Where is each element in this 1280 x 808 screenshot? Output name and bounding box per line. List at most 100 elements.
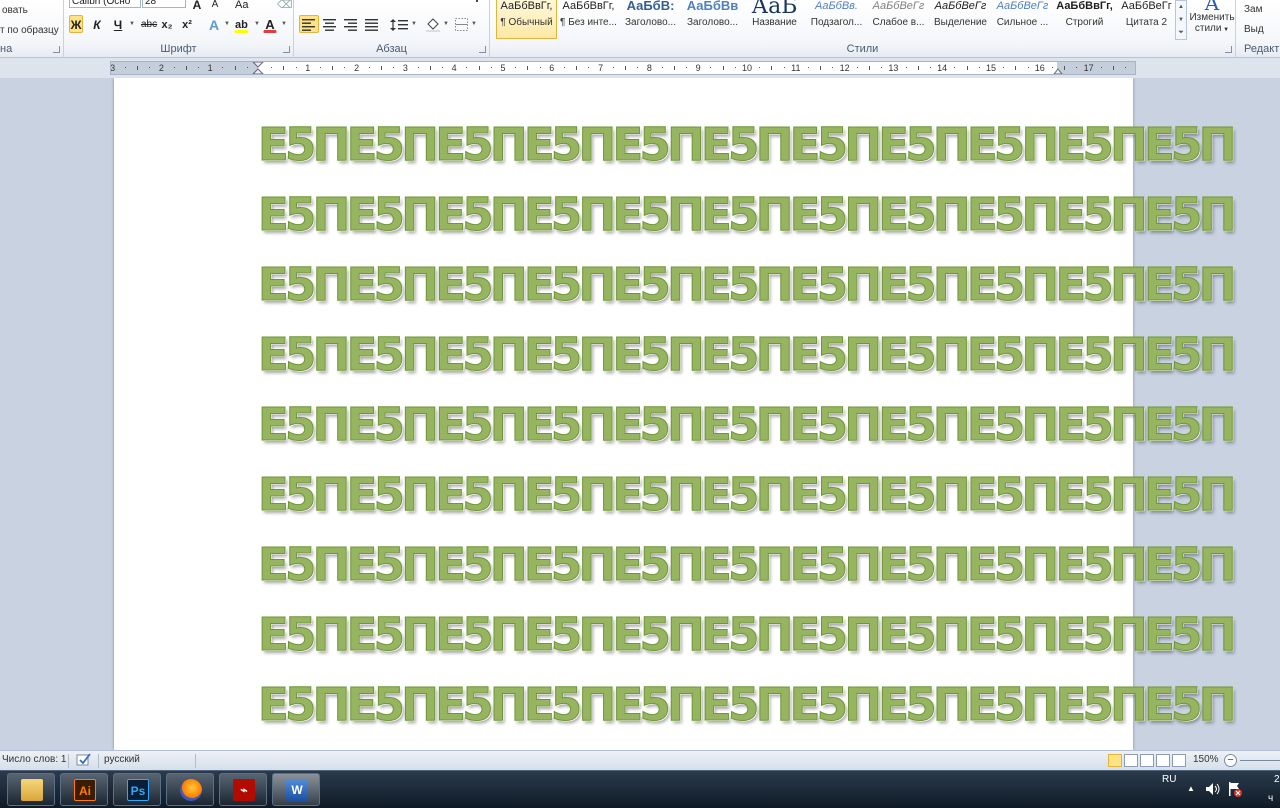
language-bar[interactable]: RU [1162,774,1176,785]
action-center-flag-icon[interactable] [1227,781,1243,797]
horizontal-ruler[interactable]: 3 2 1 1 2 3 4 5 6 7 8 9 10 11 12 13 14 15 16 17 [110,61,1136,75]
highlight-button[interactable]: ab [234,15,249,33]
borders-button[interactable] [452,15,470,33]
document-page[interactable]: Е5ПЕ5ПЕ5ПЕ5ПЕ5ПЕ5ПЕ5ПЕ5ПЕ5ПЕ5ПЕ5П Е5ПЕ5ПЕ… [114,78,1237,750]
style-swatch[interactable]: АаБбВеГг Выделение [930,0,991,39]
change-styles-button[interactable]: A Изменить стили ▼ [1188,0,1236,40]
zoom-level[interactable]: 150% [1193,754,1219,765]
taskbar-firefox-button[interactable] [166,773,214,806]
styles-launcher-icon[interactable] [1225,46,1232,53]
zoom-slider[interactable] [1240,760,1280,761]
photoshop-icon: Ps [127,779,149,801]
subscript-button[interactable]: x₂ [160,15,174,33]
copy-button[interactable]: овать [2,5,28,16]
align-left-icon [302,19,315,31]
document-text-line[interactable]: Е5ПЕ5ПЕ5ПЕ5ПЕ5ПЕ5ПЕ5ПЕ5ПЕ5ПЕ5ПЕ5П [258,540,1237,589]
font-color-dropdown-icon[interactable]: ▼ [281,15,287,33]
style-swatch[interactable]: АаБбВвГг, ¶ Без инте... [558,0,619,39]
strikethrough-button[interactable]: abc [140,15,158,33]
line-spacing-button[interactable] [388,15,410,33]
outline-view-button[interactable] [1156,754,1170,767]
taskbar-acrobat-button[interactable]: ⌁ [219,773,267,806]
style-swatch[interactable]: АаБбВвГг, ¶ Обычный [496,0,557,39]
grow-font-button[interactable]: A [190,0,204,13]
style-swatch[interactable]: АаБбВеГг Цитата 2 [1116,0,1177,39]
style-swatch[interactable]: АаБбВеГг Слабое в... [868,0,929,39]
ruler-tick [625,66,626,70]
document-text-line[interactable]: Е5ПЕ5ПЕ5ПЕ5ПЕ5ПЕ5ПЕ5ПЕ5ПЕ5ПЕ5ПЕ5П [258,120,1237,169]
taskbar-illustrator-button[interactable]: Ai [60,773,108,806]
shading-dropdown-icon[interactable]: ▼ [443,15,449,33]
document-text-line[interactable]: Е5ПЕ5ПЕ5ПЕ5ПЕ5ПЕ5ПЕ5ПЕ5ПЕ5ПЕ5ПЕ5П [258,470,1237,519]
styles-scroll[interactable]: ▲ ▼ ⏷ [1175,0,1187,40]
draft-view-button[interactable] [1172,754,1186,767]
style-swatch[interactable]: АаБ Название [744,0,805,39]
document-text-line[interactable]: Е5ПЕ5ПЕ5ПЕ5ПЕ5ПЕ5ПЕ5ПЕ5ПЕ5ПЕ5ПЕ5П [258,330,1237,379]
underline-dropdown-icon[interactable]: ▼ [129,15,135,33]
change-case-button[interactable]: Aa [234,0,249,13]
styles-scroll-down-icon[interactable]: ▼ [1176,14,1186,27]
bold-button[interactable]: Ж [69,15,83,33]
style-swatch[interactable]: АаБбВв. Подзагол... [806,0,867,39]
language-indicator[interactable]: русский [104,754,140,765]
ruler-tick [612,67,614,68]
document-text-line[interactable]: Е5ПЕ5ПЕ5ПЕ5ПЕ5ПЕ5ПЕ5ПЕ5ПЕ5ПЕ5ПЕ5П [258,680,1237,729]
proofing-check-icon[interactable] [76,753,92,767]
volume-icon[interactable] [1205,782,1221,796]
paragraph-launcher-icon[interactable] [479,46,486,53]
underline-button[interactable]: Ч [111,15,125,33]
document-text-line[interactable]: Е5ПЕ5ПЕ5ПЕ5ПЕ5ПЕ5ПЕ5ПЕ5ПЕ5ПЕ5ПЕ5П [258,260,1237,309]
ruler-tick [722,66,724,70]
borders-dropdown-icon[interactable]: ▼ [471,15,477,33]
align-left-button[interactable] [299,15,319,33]
ruler-number: 15 [985,63,997,73]
clock-time[interactable]: 2 [1274,774,1280,785]
text-effects-button[interactable]: A [207,15,221,33]
print-layout-view-button[interactable] [1108,754,1122,767]
ruler-tick [283,66,285,70]
highlight-dropdown-icon[interactable]: ▼ [254,15,260,33]
shading-button[interactable] [424,15,442,33]
font-size-combo[interactable]: 28 [142,0,186,8]
ruler-tick [1125,67,1127,68]
superscript-button[interactable]: x² [180,15,194,33]
style-swatch[interactable]: АаБбВв Заголово... [682,0,743,39]
ruler-number: 8 [646,63,652,73]
word-count[interactable]: Число слов: 1 [2,754,66,765]
align-center-button[interactable] [320,15,340,33]
clock-date[interactable]: ч [1268,793,1273,804]
style-swatch[interactable]: АаБбВ: Заголово... [620,0,681,39]
taskbar-photoshop-button[interactable]: Ps [113,773,161,806]
shrink-font-button[interactable]: A [208,0,222,13]
font-family-combo[interactable]: Calibri (Осно [69,0,141,8]
web-layout-button[interactable] [1140,754,1154,767]
right-indent-marker-icon[interactable] [1053,66,1063,75]
taskbar-word-button[interactable]: W [272,773,320,806]
style-swatch[interactable]: АаБбВеГг Сильное ... [992,0,1053,39]
taskbar-explorer-button[interactable] [7,773,55,806]
document-text-line[interactable]: Е5ПЕ5ПЕ5ПЕ5ПЕ5ПЕ5ПЕ5ПЕ5ПЕ5ПЕ5ПЕ5П [258,190,1237,239]
text-effects-dropdown-icon[interactable]: ▼ [224,15,230,33]
document-text-line[interactable]: Е5ПЕ5ПЕ5ПЕ5ПЕ5ПЕ5ПЕ5ПЕ5ПЕ5ПЕ5ПЕ5П [258,610,1237,659]
full-screen-reading-button[interactable] [1124,754,1138,767]
zoom-out-button[interactable]: − [1224,754,1237,767]
clipboard-launcher-icon[interactable] [53,46,60,53]
show-hidden-icons-icon[interactable]: ▲ [1187,784,1195,793]
replace-button[interactable]: Зам [1244,4,1262,15]
font-launcher-icon[interactable] [283,46,290,53]
style-preview: АаБбВвГг, [500,0,553,12]
styles-scroll-up-icon[interactable]: ▲ [1176,1,1186,14]
line-spacing-dropdown-icon[interactable]: ▼ [411,15,417,33]
clear-format-icon[interactable]: ⌫ [276,0,294,13]
align-right-button[interactable] [341,15,361,33]
format-painter-button[interactable]: т по образцу [0,25,59,36]
style-swatch[interactable]: АаБбВвГг, Строгий [1054,0,1115,39]
font-color-button[interactable]: A [263,15,277,33]
list-buttons-icon[interactable] [300,0,490,6]
justify-button[interactable] [362,15,382,33]
select-button[interactable]: Выд [1244,24,1264,35]
indent-marker-icon[interactable] [252,62,264,75]
styles-more-icon[interactable]: ⏷ [1176,27,1186,39]
italic-button[interactable]: К [90,15,104,33]
document-text-line[interactable]: Е5ПЕ5ПЕ5ПЕ5ПЕ5ПЕ5ПЕ5ПЕ5ПЕ5ПЕ5ПЕ5П [258,400,1237,449]
